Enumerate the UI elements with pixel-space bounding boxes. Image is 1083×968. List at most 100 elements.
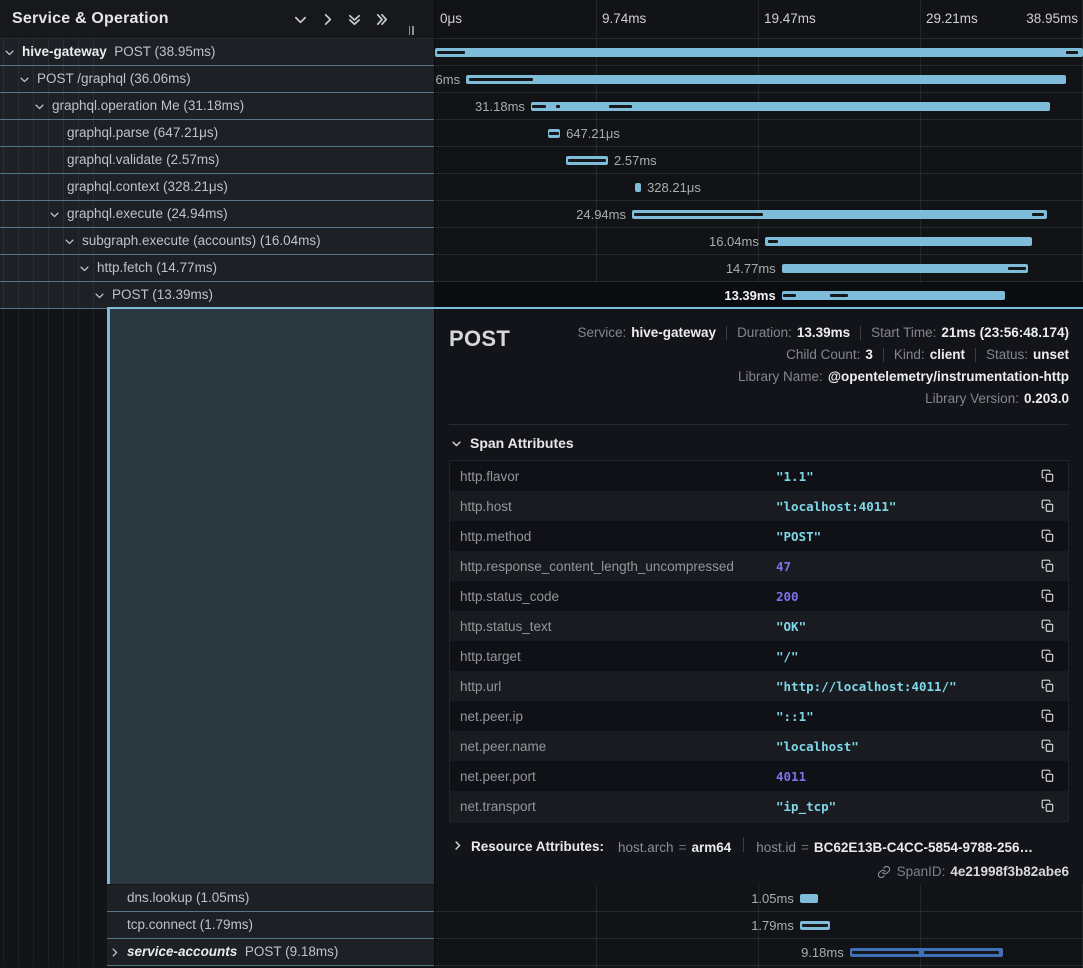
meta-label: Service:: [577, 322, 626, 344]
chevrons-down-button[interactable]: [345, 10, 363, 28]
ruler-tick: 9.74ms: [602, 0, 646, 38]
copy-value-button[interactable]: [1038, 526, 1058, 546]
copy-value-button[interactable]: [1038, 496, 1058, 516]
span-duration-bar[interactable]: [466, 75, 1066, 84]
span-id-row: SpanID: 4e21998f3b82abe6: [449, 864, 1069, 879]
attribute-row: http.method"POST": [450, 521, 1068, 551]
chevron-down-icon: [49, 209, 60, 220]
chevron-right-icon[interactable]: [109, 946, 121, 958]
attribute-key: http.host: [460, 499, 776, 514]
timeline-row[interactable]: [435, 39, 1083, 66]
attribute-value: 200: [776, 589, 1038, 604]
timeline-row[interactable]: 31.18ms: [435, 93, 1083, 120]
meta-value: hive-gateway: [631, 322, 716, 344]
span-tree-row[interactable]: service-accounts POST (9.18ms): [107, 939, 434, 966]
copy-value-button[interactable]: [1038, 766, 1058, 786]
copy-icon: [1041, 589, 1055, 603]
span-attributes-toggle[interactable]: Span Attributes: [451, 435, 1069, 451]
span-tree-row[interactable]: graphql.parse (647.21μs): [0, 120, 434, 147]
timeline-ruler: 0μs9.74ms19.47ms29.21ms38.95ms: [435, 0, 1083, 39]
chevron-down-icon[interactable]: [19, 73, 31, 85]
copy-value-button[interactable]: [1038, 736, 1058, 756]
span-duration-label: 1.79ms: [751, 912, 794, 939]
meta-value: 21ms (23:56:48.174): [941, 322, 1069, 344]
pane-divider[interactable]: [434, 0, 435, 968]
chevron-down-icon[interactable]: [34, 100, 46, 112]
copy-value-button[interactable]: [1038, 616, 1058, 636]
chevron-down-icon[interactable]: [79, 262, 91, 274]
attribute-value: "::1": [776, 709, 1038, 724]
timeline-row[interactable]: 24.94ms: [435, 201, 1083, 228]
meta-separator: [883, 348, 884, 362]
ruler-tick: 19.47ms: [764, 0, 816, 38]
copy-icon: [1041, 679, 1055, 693]
meta-label: Child Count:: [786, 344, 860, 366]
copy-value-button[interactable]: [1038, 466, 1058, 486]
chevron-down-icon[interactable]: [64, 235, 76, 247]
timeline-row[interactable]: 647.21μs: [435, 120, 1083, 147]
chevron-down-icon[interactable]: [94, 289, 106, 301]
chevron-down-icon[interactable]: [49, 208, 61, 220]
span-name-label: POST (13.39ms): [112, 282, 213, 308]
service-name: service-accounts: [127, 944, 237, 959]
timeline-pane: 36.06ms31.18ms647.21μs2.57ms328.21μs 24.9…: [435, 0, 1083, 968]
span-self-time-segment: [549, 132, 559, 135]
pane-resize-handle[interactable]: [406, 24, 416, 36]
timeline-row[interactable]: 16.04ms: [435, 228, 1083, 255]
span-duration-bar[interactable]: [782, 291, 1005, 300]
span-duration-bar[interactable]: [635, 183, 641, 192]
span-duration-bar[interactable]: [800, 894, 818, 903]
attribute-row: net.transport"ip_tcp": [450, 791, 1068, 821]
copy-value-button[interactable]: [1038, 556, 1058, 576]
copy-value-button[interactable]: [1038, 796, 1058, 816]
timeline-row[interactable]: 36.06ms: [435, 66, 1083, 93]
copy-icon: [1041, 619, 1055, 633]
timeline-row[interactable]: 9.18ms: [435, 939, 1083, 966]
chevron-right-button[interactable]: [318, 10, 336, 28]
meta-label: Start Time:: [871, 322, 936, 344]
timeline-row[interactable]: 2.57ms: [435, 147, 1083, 174]
chevron-down-icon: [34, 101, 45, 112]
resource-attributes-row[interactable]: Resource Attributes: host.arch=arm64host…: [449, 837, 1069, 855]
timeline-row[interactable]: 1.79ms: [435, 912, 1083, 939]
span-tree-row[interactable]: graphql.validate (2.57ms): [0, 147, 434, 174]
timeline-row[interactable]: 13.39ms: [435, 282, 1083, 309]
span-tree-row[interactable]: POST /graphql (36.06ms): [0, 66, 434, 93]
copy-value-button[interactable]: [1038, 586, 1058, 606]
detail-meta-line: Service:hive-gatewayDuration:13.39msStar…: [577, 322, 1069, 344]
span-tree-row[interactable]: subgraph.execute (accounts) (16.04ms): [0, 228, 434, 255]
timeline-row[interactable]: 1.05ms: [435, 885, 1083, 912]
chevron-right-icon: [109, 947, 120, 958]
span-duration-bar[interactable]: [435, 48, 1083, 57]
span-duration-label: 24.94ms: [576, 201, 626, 228]
span-tree-row[interactable]: dns.lookup (1.05ms): [107, 885, 434, 912]
span-name-label: POST /graphql (36.06ms): [37, 66, 191, 92]
span-duration-bar[interactable]: [765, 237, 1032, 246]
span-tree-row[interactable]: http.fetch (14.77ms): [0, 255, 434, 282]
resource-equals: =: [801, 840, 809, 855]
span-tree-row[interactable]: graphql.context (328.21μs): [0, 174, 434, 201]
timeline-row[interactable]: 328.21μs: [435, 174, 1083, 201]
span-tree-row[interactable]: hive-gateway POST (38.95ms): [0, 39, 434, 66]
timeline-row[interactable]: 14.77ms: [435, 255, 1083, 282]
span-self-time-segment: [568, 159, 606, 162]
resource-value: BC62E13B-C4CC-5854-9788-256…: [814, 840, 1033, 855]
copy-value-button[interactable]: [1038, 676, 1058, 696]
span-name-label: graphql.execute (24.94ms): [67, 201, 228, 227]
span-duration-label: 1.05ms: [751, 885, 794, 912]
copy-value-button[interactable]: [1038, 646, 1058, 666]
span-tree-row[interactable]: POST (13.39ms): [0, 282, 434, 309]
copy-value-button[interactable]: [1038, 706, 1058, 726]
attribute-key: http.flavor: [460, 469, 776, 484]
chevron-down-icon[interactable]: [4, 46, 16, 58]
attribute-key: net.transport: [460, 799, 776, 814]
span-tree-row[interactable]: graphql.operation Me (31.18ms): [0, 93, 434, 120]
chevrons-right-button[interactable]: [372, 10, 390, 28]
span-tree-row[interactable]: graphql.execute (24.94ms): [0, 201, 434, 228]
span-tree-row[interactable]: tcp.connect (1.79ms): [107, 912, 434, 939]
span-duration-bar[interactable]: [782, 264, 1028, 273]
chevron-down-button[interactable]: [291, 10, 309, 28]
span-duration-label: 328.21μs: [647, 174, 701, 201]
span-self-time-segment: [924, 951, 999, 954]
expanded-span-row-area[interactable]: [107, 309, 434, 884]
